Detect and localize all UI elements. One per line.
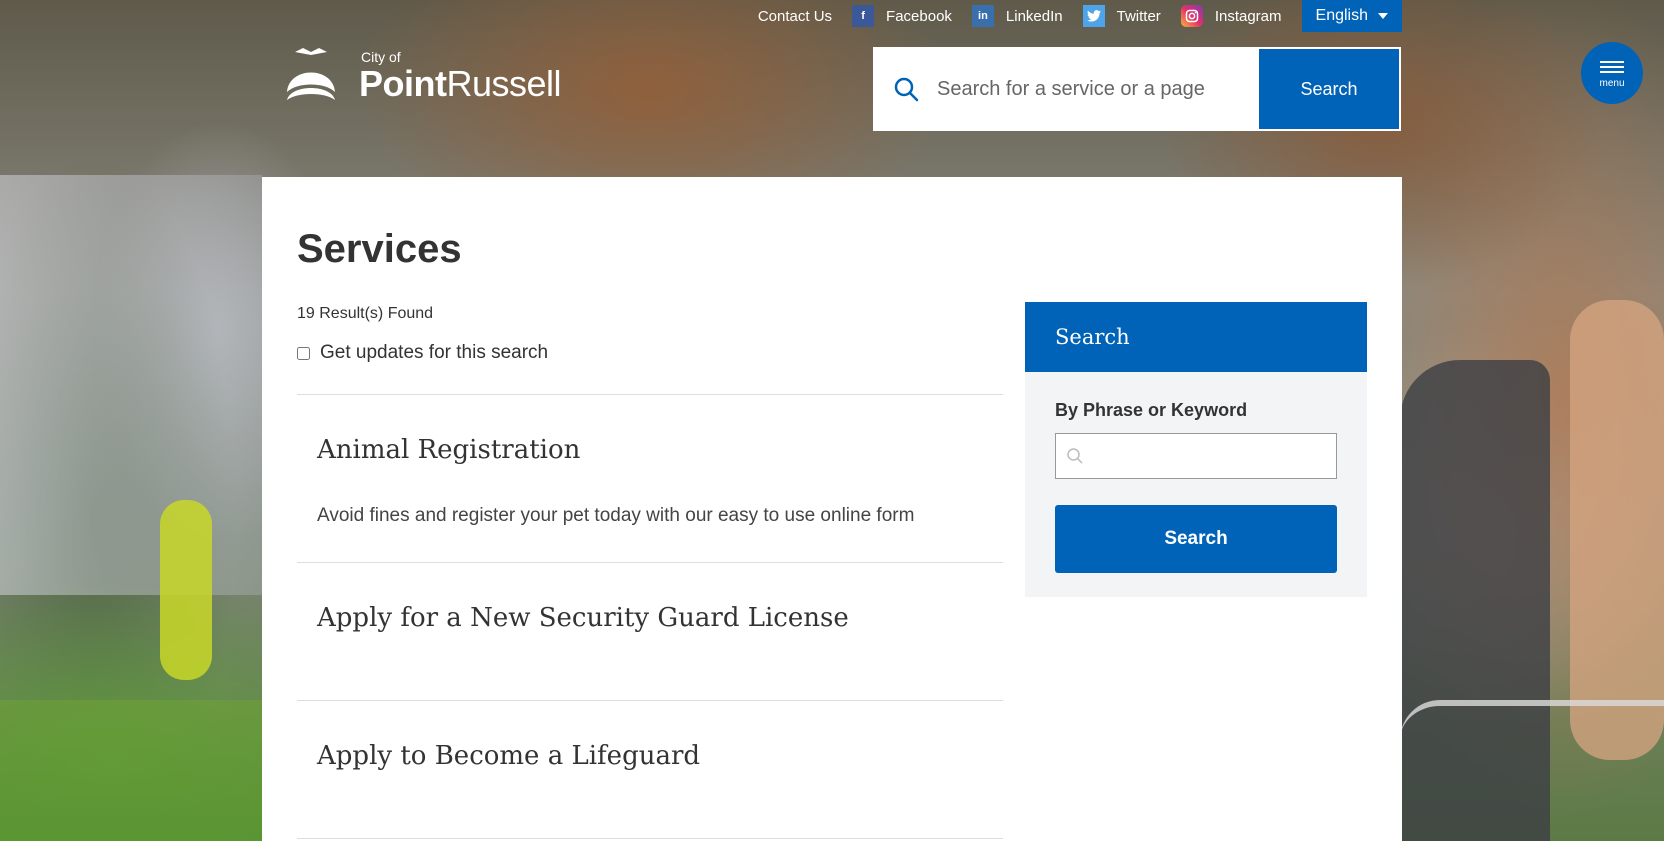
twitter-label: Twitter (1116, 7, 1161, 25)
logo-arch-icon (287, 48, 335, 100)
instagram-label: Instagram (1214, 7, 1282, 25)
menu-label: menu (1599, 77, 1625, 89)
logo-city-of: City of (361, 49, 401, 65)
sidebar-heading: Search (1025, 302, 1367, 372)
list-item: Animal Registration Avoid fines and regi… (297, 394, 1003, 562)
sidebar-search-button[interactable]: Search (1055, 505, 1337, 573)
language-selector[interactable]: English (1301, 0, 1402, 32)
keyword-input[interactable] (1092, 434, 1336, 478)
facebook-link[interactable]: f Facebook (852, 5, 952, 27)
result-title-link[interactable]: Apply for a New Security Guard License (317, 603, 983, 633)
contact-us-link[interactable]: Contact Us (758, 8, 832, 25)
header-search: Search (873, 47, 1401, 131)
updates-checkbox[interactable] (297, 346, 310, 360)
menu-button[interactable]: menu (1581, 42, 1643, 104)
results-list: Animal Registration Avoid fines and regi… (297, 394, 1003, 839)
search-icon (1067, 448, 1083, 464)
result-description: Avoid fines and register your pet today … (317, 505, 915, 526)
background-bicycle (1400, 700, 1664, 841)
logo-city-name: PointRussell (359, 63, 562, 104)
header-search-button[interactable]: Search (1259, 49, 1399, 129)
updates-label: Get updates for this search (320, 342, 549, 363)
contact-us-label: Contact Us (757, 7, 833, 25)
keyword-label: By Phrase or Keyword (1055, 400, 1248, 420)
sidebar-body: By Phrase or Keyword Search (1025, 372, 1367, 597)
linkedin-link[interactable]: in LinkedIn (971, 5, 1063, 27)
background-yellow-object (160, 500, 212, 680)
instagram-icon (1180, 5, 1203, 27)
linkedin-icon: in (971, 5, 994, 27)
list-divider (297, 838, 1003, 839)
keyword-field[interactable] (1055, 433, 1337, 479)
header-search-icon-wrap (875, 49, 937, 129)
background-person-arm (1570, 300, 1664, 760)
caret-down-icon (1378, 13, 1388, 19)
result-title-link[interactable]: Apply to Become a Lifeguard (317, 741, 983, 771)
instagram-link[interactable]: Instagram (1180, 5, 1282, 27)
background-building (0, 175, 262, 595)
list-item: Apply to Become a Lifeguard (297, 700, 1003, 838)
list-item: Apply for a New Security Guard License (297, 562, 1003, 700)
utility-bar: Contact Us f Facebook in LinkedIn Twitte… (758, 0, 1402, 32)
updates-option[interactable]: Get updates for this search (297, 342, 548, 364)
background-grass (0, 700, 262, 841)
site-logo[interactable]: City of PointRussell (285, 46, 562, 104)
page-title: Services (297, 227, 462, 271)
search-sidebar: Search By Phrase or Keyword Search (1025, 302, 1367, 597)
logo-name-bold: Point (359, 63, 447, 104)
logo-wordmark: City of PointRussell (359, 49, 562, 104)
main-content: Services 19 Result(s) Found Get updates … (262, 177, 1402, 841)
twitter-icon (1082, 5, 1105, 27)
header-search-input[interactable] (937, 49, 1259, 129)
facebook-label: Facebook (886, 7, 952, 25)
twitter-link[interactable]: Twitter (1082, 5, 1161, 27)
facebook-icon: f (852, 5, 875, 27)
hamburger-icon (1600, 58, 1624, 76)
results-count: 19 Result(s) Found (297, 305, 434, 322)
search-icon (894, 77, 919, 102)
logo-name-light: Russell (446, 63, 562, 104)
linkedin-label: LinkedIn (1005, 7, 1063, 25)
result-title-link[interactable]: Animal Registration (317, 435, 983, 465)
language-label: English (1315, 7, 1368, 24)
